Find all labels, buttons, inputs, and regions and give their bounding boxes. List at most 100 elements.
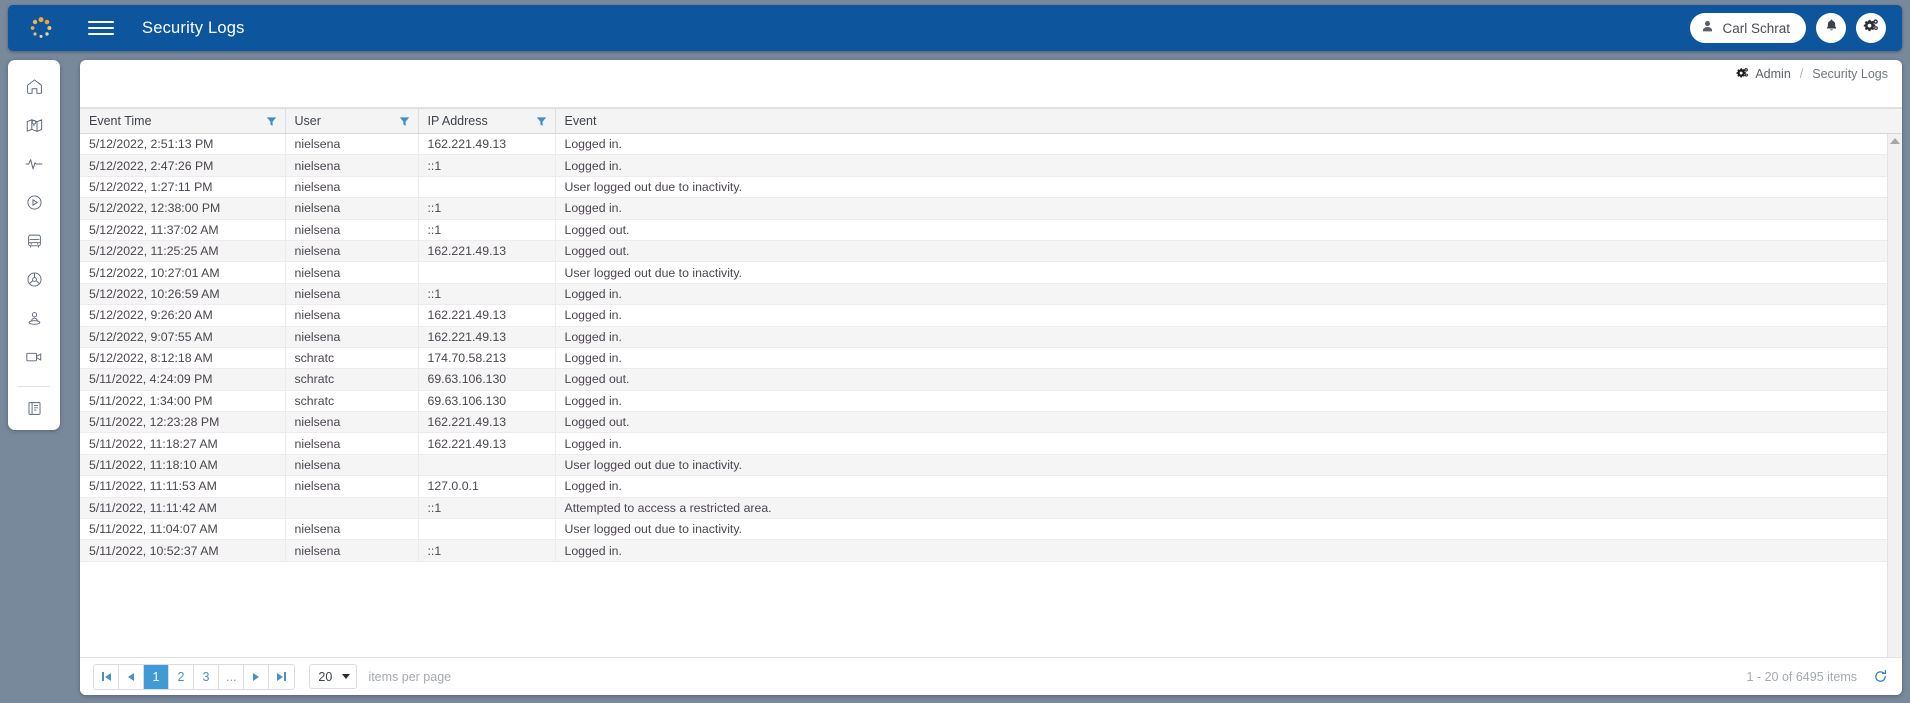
grid-scroll-area: Event Time User IP Address Event 5/12/2022,… [80,108,1902,657]
table-row[interactable]: 5/12/2022, 9:07:55 AM nielsena 162.221.49.… [80,326,1902,348]
vertical-scrollbar[interactable] [1887,134,1902,657]
cell-user: nielsena [285,518,419,541]
cell-ip: ::1 [418,197,556,220]
page-ellipsis: ... [219,664,245,689]
cell-event: Logged in. [555,283,1902,306]
cell-ip: 162.221.49.13 [418,304,556,327]
pagination-right: 1 - 20 of 6495 items [1747,669,1888,684]
go-to-last-page-icon[interactable] [269,664,295,689]
cell-ip: 69.63.106.130 [418,390,556,413]
sidebar-item-home[interactable] [8,70,60,109]
table-row[interactable]: 5/11/2022, 11:11:53 AM nielsena 127.0.0.1 L… [80,475,1902,498]
table-row[interactable]: 5/11/2022, 11:18:10 AM nielsena User logge… [80,454,1902,477]
sidebar-item-video[interactable] [8,340,60,379]
pagination-bar: 1 2 3 ... 20 items per page 1 - 20 of 64… [80,657,1902,695]
cell-time: 5/11/2022, 4:24:09 PM [80,368,286,391]
previous-page-icon[interactable] [119,664,144,689]
chevron-down-icon [342,674,351,679]
table-row[interactable]: 5/11/2022, 11:18:27 AM nielsena 162.221.49… [80,432,1902,455]
cell-user: nielsena [285,240,419,263]
filter-funnel-icon[interactable] [536,116,547,127]
breadcrumb-separator: / [1799,66,1804,81]
cell-event: Logged in. [555,539,1902,562]
scrollbar-thumb[interactable] [1890,150,1901,270]
notifications-button[interactable] [1816,13,1846,43]
cell-event: Logged in. [555,390,1902,413]
page-button-1[interactable]: 1 [144,664,169,689]
cell-ip: 127.0.0.1 [418,475,556,498]
cell-user: nielsena [285,197,419,220]
cell-time: 5/12/2022, 12:38:00 PM [80,197,286,220]
table-row[interactable]: 5/12/2022, 2:47:26 PM nielsena::1 Logged i… [80,154,1902,177]
table-row[interactable]: 5/11/2022, 4:24:09 PM schratc 69.63.106.13… [80,368,1902,391]
cell-user: nielsena [285,411,419,434]
sidebar-item-map[interactable] [8,109,60,148]
cell-event: Logged in. [555,304,1902,327]
sidebar-item-playback[interactable] [8,186,60,225]
cell-user [285,497,419,520]
cell-user: nielsena [285,261,419,284]
sidebar-item-drivers[interactable] [8,263,60,302]
sidebar-item-vehicles[interactable] [8,224,60,263]
cell-time: 5/12/2022, 10:27:01 AM [80,261,286,284]
sidebar-item-passengers[interactable] [8,301,60,340]
table-row[interactable]: 5/12/2022, 8:12:18 AM schratc 174.70.58.21… [80,347,1902,370]
column-header-event-time[interactable]: Event Time [80,108,286,134]
column-header-event[interactable]: Event [555,108,1902,134]
map-marker-icon [25,116,44,140]
column-header-label: Event Time [89,114,152,128]
filter-funnel-icon[interactable] [266,116,277,127]
sidebar-item-activity[interactable] [8,147,60,186]
go-to-first-page-icon[interactable] [94,664,119,689]
page-size-select[interactable]: 20 [309,664,358,689]
table-row[interactable]: 5/12/2022, 10:26:59 AM nielsena::1 Logged … [80,283,1902,306]
table-row[interactable]: 5/12/2022, 11:37:02 AM nielsena::1 Logged … [80,219,1902,241]
scroll-up-arrow-icon[interactable] [1890,138,1900,144]
cell-user: nielsena [285,304,419,327]
cell-ip: 174.70.58.213 [418,347,556,370]
settings-button[interactable] [1856,13,1886,43]
table-row[interactable]: 5/11/2022, 12:23:28 PM nielsena 162.221.49… [80,411,1902,434]
cell-event: Logged out. [555,411,1902,434]
cell-event: User logged out due to inactivity. [555,518,1902,541]
table-row[interactable]: 5/12/2022, 11:25:25 AM nielsena 162.221.49… [80,240,1902,263]
app-logo[interactable] [20,16,62,40]
cell-event: Logged in. [555,326,1902,348]
cell-ip: ::1 [418,154,556,177]
cell-user: nielsena [285,176,419,199]
cell-user: nielsena [285,475,419,498]
breadcrumb-root[interactable]: Admin [1755,67,1790,81]
cell-event: Logged out. [555,368,1902,391]
filter-funnel-icon[interactable] [399,116,410,127]
table-row[interactable]: 5/12/2022, 12:38:00 PM nielsena::1 Logged … [80,197,1902,220]
sidebar-item-reports[interactable] [8,391,60,430]
cell-user: nielsena [285,539,419,562]
cell-ip: 162.221.49.13 [418,133,556,156]
cell-time: 5/12/2022, 8:12:18 AM [80,347,286,370]
page-button-3[interactable]: 3 [194,664,219,689]
next-page-icon[interactable] [244,664,270,689]
cell-ip: ::1 [418,219,556,241]
hamburger-menu-icon[interactable] [88,15,114,41]
user-menu-button[interactable]: Carl Schrat [1690,13,1806,43]
table-row[interactable]: 5/12/2022, 9:26:20 AM nielsena 162.221.49.… [80,304,1902,327]
table-row[interactable]: 5/12/2022, 2:51:13 PM nielsena 162.221.49.… [80,133,1902,156]
cell-ip: ::1 [418,539,556,562]
table-row[interactable]: 5/11/2022, 11:11:42 AM::1 Attempted to ac… [80,497,1902,520]
cell-time: 5/11/2022, 1:34:00 PM [80,390,286,413]
cell-user: schratc [285,368,419,391]
content-card: Admin / Security Logs Event Time User IP A… [80,60,1902,695]
table-row[interactable]: 5/11/2022, 1:34:00 PM schratc 69.63.106.13… [80,390,1902,413]
breadcrumb: Admin / Security Logs [80,60,1902,87]
table-row[interactable]: 5/11/2022, 10:52:37 AM nielsena::1 Logged … [80,539,1902,562]
cell-event: Logged in. [555,154,1902,177]
cell-time: 5/12/2022, 9:07:55 AM [80,326,286,348]
table-row[interactable]: 5/12/2022, 10:27:01 AM nielsena User logge… [80,261,1902,284]
column-header-user[interactable]: User [285,108,419,134]
column-header-ip-address[interactable]: IP Address [418,108,556,134]
refresh-icon[interactable] [1873,669,1888,684]
table-row[interactable]: 5/12/2022, 1:27:11 PM nielsena User logged… [80,176,1902,199]
table-row[interactable]: 5/11/2022, 11:04:07 AM nielsena User logge… [80,518,1902,541]
page-button-2[interactable]: 2 [169,664,194,689]
cell-time: 5/12/2022, 1:27:11 PM [80,176,286,199]
